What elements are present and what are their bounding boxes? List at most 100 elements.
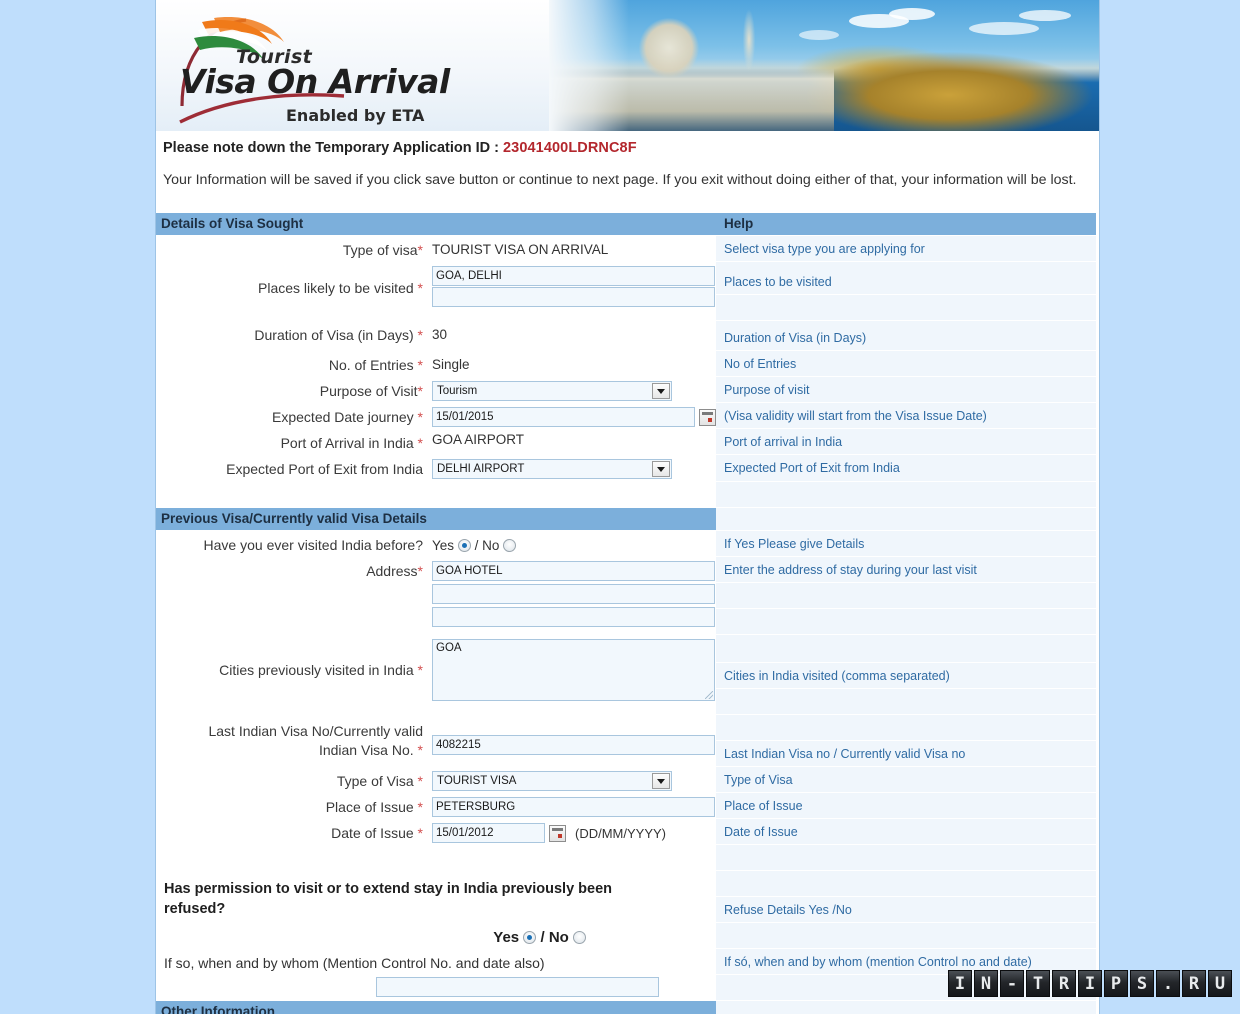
refused-question-line2: refused? [164,901,226,917]
cities-visited-textarea[interactable]: GOA [432,639,715,701]
page-content-frame: Tourist Visa On Arrival Enabled by ETA P… [155,0,1100,1014]
radio-refused-no[interactable] [573,931,586,944]
label-purpose: Purpose of Visit* [156,377,428,401]
help-refused: Refuse Details Yes /No [716,897,1096,923]
chevron-down-icon[interactable] [652,461,670,477]
help-blank-head-1 [716,508,1096,531]
calendar-icon[interactable] [549,825,566,842]
watermark-char: R [1052,970,1076,997]
value-entries: Single [432,357,470,372]
places-visited-input-1[interactable] [432,266,715,286]
help-spacer-2: . [716,482,1096,508]
address-input-1[interactable] [432,561,715,581]
port-of-exit-select[interactable]: DELHI AIRPORT [432,459,672,479]
help-prev-type-of-visa: Type of Visa [716,767,1096,793]
field-places-visited [428,262,716,308]
refused-question-text: Has permission to visit or to extend sta… [156,871,712,919]
label-text: Port of Arrival in India [280,435,414,451]
watermark-char: R [1182,970,1206,997]
label-text: Type of Visa [336,773,414,789]
label-text: Duration of Visa (in Days) [254,327,414,343]
ifso-label: If so, when and by whom (Mention Control… [164,955,545,971]
field-place-of-issue [428,793,716,818]
appid-label: Please note down the Temporary Applicati… [163,140,503,156]
help-duration: Duration of Visa (in Days) [716,321,1096,351]
row-place-of-issue: Place of Issue * Place of Issue [156,793,1096,819]
value-duration: 30 [432,327,448,342]
visa-form-grid: Details of Visa Sought Help Type of visa… [156,213,1096,1014]
watermark-char: N [974,970,998,997]
place-of-issue-input[interactable] [432,797,715,817]
required-marker: * [417,327,423,343]
help-place-of-issue: Place of Issue [716,793,1096,819]
watermark-char: I [948,970,972,997]
label-text: Expected Date journey [272,409,414,425]
purpose-of-visit-select[interactable]: Tourism [432,381,672,401]
label-journey-date: Expected Date journey * [156,403,428,427]
label-text: Place of Issue [325,799,414,815]
label-text: Have you ever visited India before? [203,537,423,553]
help-address: Enter the address of stay during your la… [716,557,1096,583]
help-blank-head-2 [716,1001,1096,1014]
label-places-visited: Places likely to be visited * [156,262,428,298]
help-port-exit: Expected Port of Exit from India [716,455,1096,482]
label-text-line2: Indian Visa No. [318,742,414,758]
help-visited-before: If Yes Please give Details [716,531,1096,557]
help-type-of-visa: Select visa type you are applying for [716,236,1096,262]
watermark-char: - [1000,970,1024,997]
help-spacer-5: . [716,635,1096,663]
row-visited-before: Have you ever visited India before? Yes … [156,531,1096,557]
ifso-input[interactable] [376,977,659,997]
help-port-arrival: Port of arrival in India [716,429,1096,455]
help-spacer-6: . [716,689,1096,715]
row-entries: No. of Entries * Single No of Entries [156,351,1096,377]
other-information-header-row: Other Information [156,1001,1096,1014]
address-input-3[interactable] [432,607,715,627]
radio-visited-before-yes[interactable] [457,539,471,552]
required-marker: * [417,825,423,841]
radio-label-yes: Yes [432,538,455,553]
port-exit-selected-value: DELHI AIRPORT [437,463,525,475]
chevron-down-icon[interactable] [652,773,670,789]
label-duration: Duration of Visa (in Days) * [156,321,428,345]
label-text: Places likely to be visited [258,280,414,296]
field-cities-visited: GOA [428,635,716,701]
address-input-2[interactable] [432,584,715,604]
prev-type-of-visa-select[interactable]: TOURIST VISA [432,771,672,791]
required-marker: * [417,357,423,373]
required-marker: * [417,280,423,296]
date-of-issue-input[interactable] [432,823,545,843]
help-spacer-10: . [716,923,1096,949]
radio-visited-before-no[interactable] [503,539,517,552]
places-visited-input-2[interactable] [432,287,715,307]
label-text: Purpose of Visit [319,383,418,399]
radio-separator: / [540,929,545,946]
value-port-arrival: GOA AIRPORT [432,432,525,447]
journey-date-input[interactable] [432,407,695,427]
label-visited-before: Have you ever visited India before? [156,531,428,555]
last-visa-no-input[interactable] [432,735,715,755]
label-port-exit: Expected Port of Exit from India [156,455,428,479]
help-places-visited: Places to be visited [716,262,1096,295]
chevron-down-icon[interactable] [652,383,670,399]
label-place-of-issue: Place of Issue * [156,793,428,817]
row-port-arrival: Port of Arrival in India * GOA AIRPORT P… [156,429,1096,455]
radio-refused-yes[interactable] [523,931,537,944]
refused-question-line1: Has permission to visit or to extend sta… [164,881,613,897]
section-header-previous-visa: Previous Visa/Currently valid Visa Detai… [156,508,716,531]
help-spacer-4: . [716,609,1096,635]
help-last-visa-no: Last Indian Visa no / Currently valid Vi… [716,741,1096,767]
row-gap-2: . [156,845,1096,871]
watermark-char: T [1026,970,1050,997]
calendar-icon[interactable] [699,409,716,426]
row-type-of-visa: Type of visa* TOURIST VISA ON ARRIVAL Se… [156,236,1096,262]
help-purpose: Purpose of visit [716,377,1096,403]
row-refused-question: Has permission to visit or to extend sta… [156,871,1096,949]
help-journey-date: (Visa validity will start from the Visa … [716,403,1096,429]
section-header-other-information: Other Information [156,1001,716,1014]
label-port-arrival: Port of Arrival in India * [156,429,428,453]
section-header-help: Help [716,213,1096,236]
logo-main-text: Visa On Arrival [180,62,450,101]
required-marker: * [417,799,423,815]
row-gap-1: . [156,482,1096,508]
